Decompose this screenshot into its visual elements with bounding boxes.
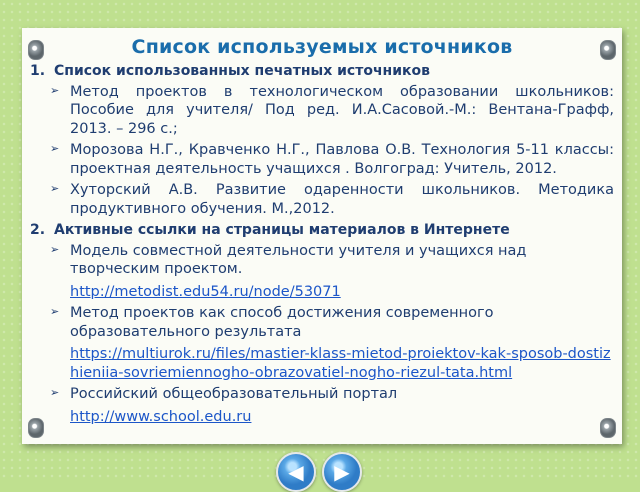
list-item: ➢ Хуторский А.В. Развитие одаренности шк… [30, 181, 614, 218]
list-item: ➢ Морозова Н.Г., Кравченко Н.Г., Павлова… [30, 141, 614, 178]
bullet-arrow-icon: ➢ [50, 242, 60, 256]
section-number: 2. [30, 222, 46, 238]
list-item: ➢ Российский общеобразовательный портал … [30, 385, 614, 426]
slide-card: Список используемых источников 1. Список … [22, 28, 622, 444]
source-link[interactable]: https://multiurok.ru/files/mastier-klass… [70, 345, 614, 382]
next-slide-button[interactable]: ▶ [322, 452, 362, 492]
bullet-arrow-icon: ➢ [50, 386, 60, 399]
bullet-arrow-icon: ➢ [50, 182, 60, 195]
source-link[interactable]: http://www.school.edu.ru [70, 408, 614, 427]
arrow-right-icon: ▶ [334, 460, 350, 484]
section-number: 1. [30, 63, 46, 79]
section-heading-internet: 2. Активные ссылки на страницы материалов… [30, 221, 614, 240]
source-text: Российский общеобразовательный портал [70, 386, 398, 402]
internet-sources-list: ➢ Модель совместной деятельности учителя… [30, 242, 614, 427]
source-text: Метод проектов как способ достижения сов… [70, 305, 494, 340]
section-title: Список использованных печатных источнико… [54, 63, 431, 79]
printed-sources-list: ➢ Метод проектов в технологическом образ… [30, 83, 614, 219]
bullet-arrow-icon: ➢ [50, 305, 60, 318]
list-item: ➢ Метод проектов в технологическом образ… [30, 83, 614, 139]
prev-slide-button[interactable]: ◀ [276, 452, 316, 492]
source-text: Хуторский А.В. Развитие одаренности школ… [70, 182, 614, 217]
sources-list: 1. Список использованных печатных источни… [30, 62, 614, 429]
arrow-left-icon: ◀ [288, 460, 304, 484]
section-heading-printed: 1. Список использованных печатных источни… [30, 62, 614, 81]
source-text: Модель совместной деятельности учителя и… [70, 242, 527, 278]
bullet-arrow-icon: ➢ [50, 142, 60, 155]
bullet-arrow-icon: ➢ [50, 83, 60, 97]
source-text: Метод проектов в технологическом образов… [70, 83, 614, 137]
page-title: Список используемых источников [131, 36, 513, 58]
source-text: Морозова Н.Г., Кравченко Н.Г., Павлова О… [70, 142, 614, 177]
source-link[interactable]: http://metodist.edu54.ru/node/53071 [70, 283, 614, 302]
list-item: ➢ Метод проектов как способ достижения с… [30, 304, 614, 382]
list-item: ➢ Модель совместной деятельности учителя… [30, 242, 614, 302]
section-title: Активные ссылки на страницы материалов в… [54, 222, 510, 238]
